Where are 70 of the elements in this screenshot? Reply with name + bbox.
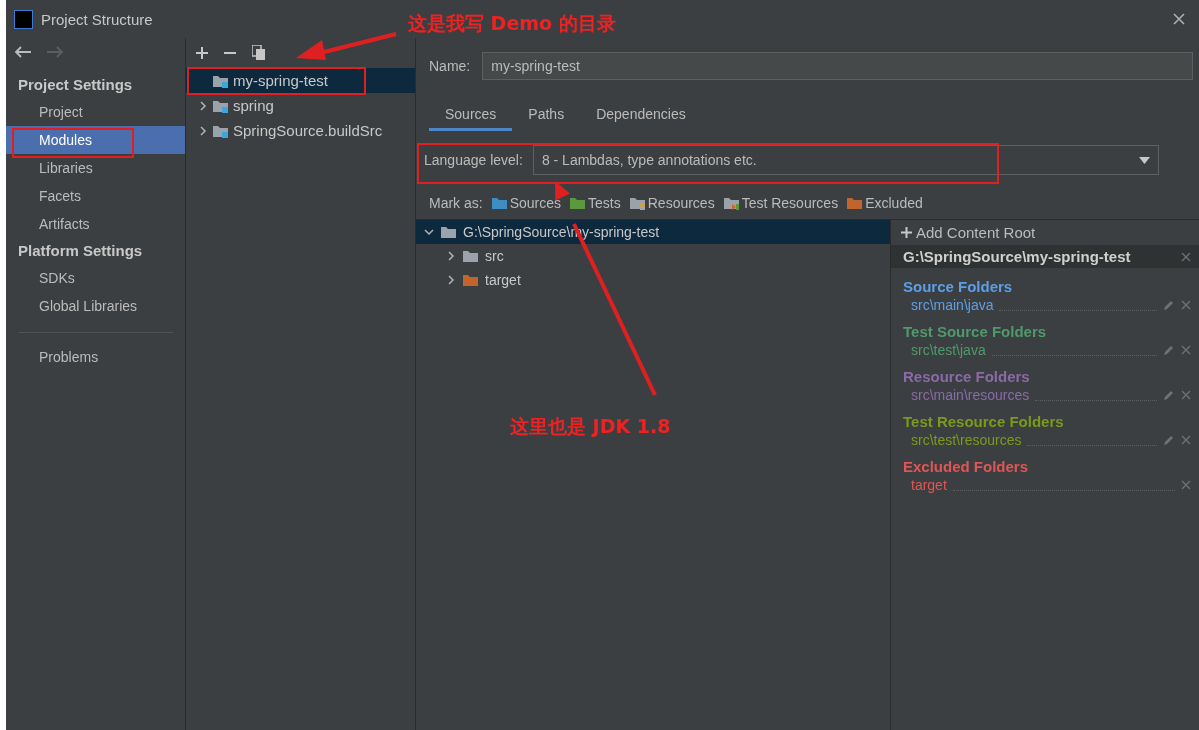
folder-path[interactable]: src\test\resources	[911, 432, 1022, 448]
folder-icon	[490, 196, 508, 210]
folder-path[interactable]: target	[911, 477, 947, 493]
folder-group-title: Test Resource Folders	[902, 412, 1065, 432]
chevron-right-icon[interactable]	[446, 275, 456, 285]
section-heading: Platform Settings	[17, 241, 144, 261]
add-icon	[901, 227, 912, 238]
folder-group-title: Resource Folders	[902, 367, 1031, 387]
module-name[interactable]: SpringSource.buildSrc	[233, 122, 383, 139]
folder-icon	[569, 196, 587, 210]
dropdown-caret-icon	[1139, 156, 1150, 164]
folder-icon	[440, 225, 457, 239]
pencil-icon[interactable]	[1163, 344, 1175, 356]
app-logo-icon	[14, 9, 33, 29]
chevron-right-icon[interactable]	[446, 251, 456, 261]
annotation-text: 这里也是 JDK 1.8	[510, 414, 671, 439]
language-level-dropdown[interactable]: 8 - Lambdas, type annotations etc.	[532, 145, 1159, 175]
mark-as-button[interactable]: Excluded	[846, 195, 923, 211]
folder-path[interactable]: src\test\java	[911, 342, 986, 358]
sidebar-item[interactable]: Problems	[6, 343, 185, 371]
close-icon[interactable]	[1173, 13, 1185, 25]
window-title: Project Structure	[41, 10, 153, 28]
mark-as-label: Mark as:	[429, 195, 483, 211]
content-root-path: G:\SpringSource\my-spring-test	[903, 248, 1131, 265]
chevron-right-icon[interactable]	[198, 125, 208, 136]
mark-as-button[interactable]: Tests	[569, 195, 621, 211]
sidebar-item[interactable]: SDKs	[6, 264, 185, 292]
tab[interactable]: Paths	[512, 102, 581, 131]
folder-group-title: Excluded Folders	[902, 457, 1030, 477]
module-folder-icon	[212, 98, 229, 113]
folder-group-title: Test Source Folders	[902, 322, 1048, 342]
pencil-icon[interactable]	[1163, 389, 1175, 401]
section-heading: Project Settings	[17, 75, 134, 95]
module-name[interactable]: spring	[233, 97, 274, 114]
name-field[interactable]: my-spring-test	[482, 52, 1193, 80]
tab[interactable]: Dependencies	[580, 102, 702, 131]
mark-as-button[interactable]: Sources	[490, 195, 562, 211]
language-level-label: Language level:	[424, 152, 523, 168]
folder-icon	[462, 249, 479, 263]
module-folder-icon	[212, 123, 229, 138]
sidebar-item[interactable]: Libraries	[6, 154, 185, 182]
mark-as-button[interactable]: Resources	[628, 195, 715, 211]
sidebar-item[interactable]: Artifacts	[6, 210, 185, 238]
folder-group-title: Source Folders	[902, 277, 1014, 297]
add-content-root-button[interactable]: Add Content Root	[891, 220, 1199, 245]
pencil-icon[interactable]	[1163, 434, 1175, 446]
mark-as-button[interactable]: Test Resources	[722, 195, 839, 211]
sidebar-item[interactable]: Global Libraries	[6, 292, 185, 320]
tab[interactable]: Sources	[429, 102, 513, 131]
name-label: Name:	[429, 58, 471, 74]
copy-icon[interactable]	[252, 45, 266, 61]
add-icon[interactable]	[196, 47, 208, 59]
annotation-text: 这是我写 Demo 的目录	[408, 11, 616, 36]
remove-icon[interactable]	[1181, 251, 1191, 262]
folder-icon	[628, 196, 646, 210]
tree-item[interactable]: src	[485, 248, 504, 264]
sidebar-item[interactable]: Facets	[6, 182, 185, 210]
folder-icon	[462, 273, 479, 287]
chevron-down-icon[interactable]	[424, 227, 434, 237]
folder-icon	[722, 196, 740, 210]
pencil-icon[interactable]	[1163, 299, 1175, 311]
chevron-right-icon[interactable]	[198, 100, 208, 111]
folder-path[interactable]: src\main\java	[911, 297, 994, 313]
sidebar-item[interactable]: Modules	[6, 126, 185, 154]
back-arrow-icon[interactable]	[14, 46, 32, 58]
module-folder-icon	[212, 73, 229, 88]
folder-icon	[846, 196, 864, 210]
forward-arrow-icon[interactable]	[46, 46, 64, 58]
sidebar-item[interactable]: Project	[6, 98, 185, 126]
tree-item[interactable]: target	[485, 272, 521, 288]
